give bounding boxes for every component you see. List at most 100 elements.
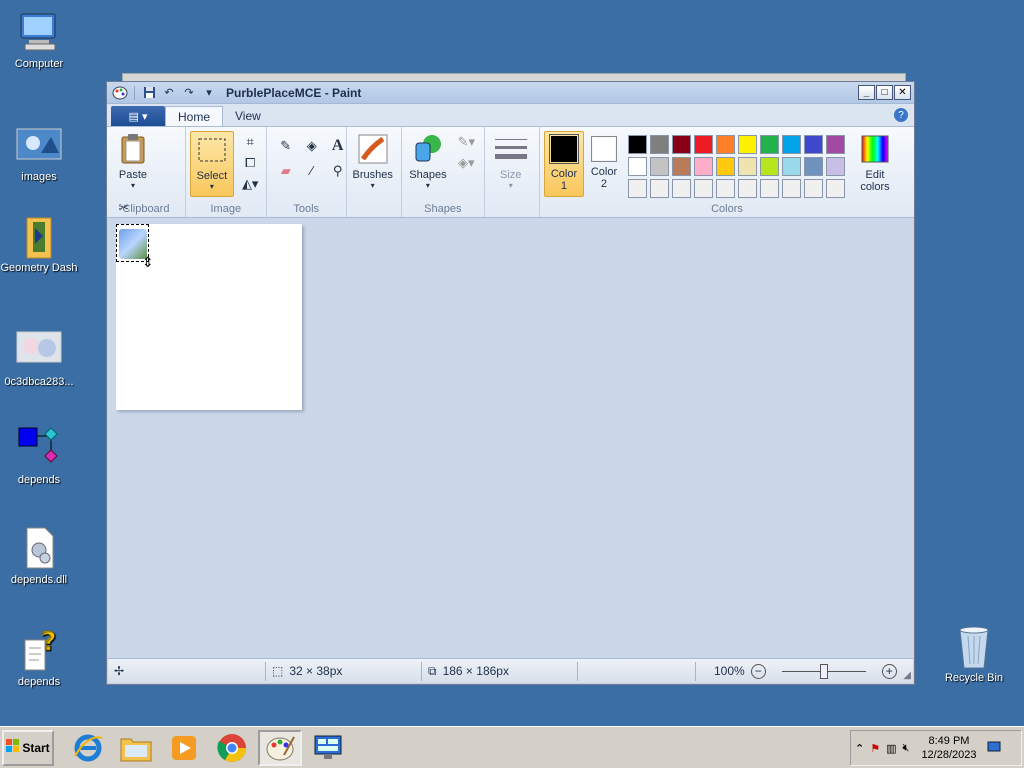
- palette-swatch[interactable]: [693, 135, 713, 154]
- title-bar[interactable]: ↶ ↷ ▾ PurblePlaceMCE - Paint _ □ ✕: [107, 82, 914, 104]
- desktop-icon-recycle-bin[interactable]: Recycle Bin: [935, 624, 1013, 685]
- palette-swatch[interactable]: [825, 157, 845, 176]
- palette-swatch[interactable]: [671, 179, 691, 198]
- color2-button[interactable]: Color 2: [584, 131, 624, 197]
- palette-swatch[interactable]: [693, 179, 713, 198]
- cursor-position: ✢: [108, 661, 266, 681]
- palette-swatch[interactable]: [715, 179, 735, 198]
- color-palette: [627, 135, 845, 198]
- image-file-icon: [15, 328, 63, 372]
- image-group: Select ▾ ⌗ ⧠ ◭▾ Image: [186, 127, 267, 217]
- palette-swatch[interactable]: [825, 135, 845, 154]
- size-button[interactable]: Size ▾: [489, 131, 533, 197]
- desktop-icon-depends-help[interactable]: ? depends: [0, 627, 78, 689]
- maximize-button[interactable]: □: [876, 85, 893, 100]
- palette-swatch[interactable]: [803, 179, 823, 198]
- internet-explorer-icon[interactable]: [66, 730, 110, 766]
- palette-swatch[interactable]: [693, 157, 713, 176]
- zoom-in-button[interactable]: +: [881, 663, 897, 679]
- palette-swatch[interactable]: [715, 135, 735, 154]
- palette-swatch[interactable]: [627, 157, 647, 176]
- palette-swatch[interactable]: [627, 135, 647, 154]
- media-player-icon[interactable]: [162, 730, 206, 766]
- palette-swatch[interactable]: [825, 179, 845, 198]
- rotate-icon[interactable]: ◭▾: [239, 173, 261, 194]
- palette-swatch[interactable]: [671, 135, 691, 154]
- palette-swatch[interactable]: [759, 179, 779, 198]
- palette-swatch[interactable]: [759, 135, 779, 154]
- close-button[interactable]: ✕: [894, 85, 911, 100]
- zoom-slider[interactable]: [781, 663, 866, 679]
- system-tray: ⌃ ⚑ ▥ 🔇︎ 8:49 PM 12/28/2023: [850, 730, 1022, 766]
- svg-text:?: ?: [41, 628, 56, 657]
- redo-icon[interactable]: ↷: [180, 85, 198, 101]
- palette-swatch[interactable]: [671, 157, 691, 176]
- shapes-button[interactable]: Shapes ▾: [406, 131, 450, 197]
- desktop-icon-depends-dll[interactable]: depends.dll: [0, 526, 78, 587]
- start-button[interactable]: Start: [2, 729, 54, 766]
- palette-swatch[interactable]: [649, 157, 669, 176]
- palette-swatch[interactable]: [737, 179, 757, 198]
- color-picker-icon[interactable]: ⁄: [301, 160, 323, 181]
- show-hidden-icons-button[interactable]: ⌃: [855, 742, 864, 755]
- crop-icon[interactable]: ⌗: [239, 131, 261, 152]
- zoom-slider-thumb[interactable]: [819, 663, 828, 679]
- palette-swatch[interactable]: [649, 135, 669, 154]
- select-button[interactable]: Select ▾: [189, 131, 234, 197]
- palette-swatch[interactable]: [781, 135, 801, 154]
- zoom-level: 100%: [714, 664, 745, 678]
- palette-swatch[interactable]: [737, 135, 757, 154]
- paint-app-icon[interactable]: [111, 85, 129, 101]
- save-icon[interactable]: [140, 85, 158, 101]
- text-tool-icon[interactable]: A: [327, 135, 349, 156]
- action-center-flag-icon[interactable]: ⚑: [870, 742, 880, 755]
- remote-desktop-icon[interactable]: [306, 730, 350, 766]
- palette-swatch[interactable]: [737, 157, 757, 176]
- paint-menu-button[interactable]: ▤ ▾: [111, 106, 165, 126]
- palette-swatch[interactable]: [715, 157, 735, 176]
- status-bar: ✢ ⬚ 32 × 38px ⧉ 186 × 186px 100% − + ◢: [108, 658, 913, 683]
- palette-swatch[interactable]: [781, 179, 801, 198]
- magnifier-icon[interactable]: ⚲: [327, 160, 349, 181]
- color1-button[interactable]: Color 1: [543, 131, 584, 197]
- clock[interactable]: 8:49 PM 12/28/2023: [921, 734, 976, 762]
- palette-swatch[interactable]: [781, 157, 801, 176]
- paint-icon[interactable]: [258, 729, 302, 766]
- palette-swatch[interactable]: [759, 157, 779, 176]
- desktop-icon-geometry-dash[interactable]: Geometry Dash: [0, 214, 78, 275]
- folder-icon: [15, 214, 63, 259]
- palette-swatch[interactable]: [649, 179, 669, 198]
- pencil-icon[interactable]: ✎: [275, 135, 297, 156]
- canvas-workspace[interactable]: ⇕: [108, 218, 913, 658]
- edit-colors-button[interactable]: Edit colors: [853, 131, 897, 197]
- zoom-out-button[interactable]: −: [750, 663, 766, 679]
- outline-icon[interactable]: ✎▾: [455, 131, 477, 152]
- clipboard-group: Paste ▾ ✂ ⧉ Clipboard: [107, 127, 186, 236]
- chrome-icon[interactable]: [210, 730, 254, 766]
- brushes-button[interactable]: Brushes ▾: [351, 131, 395, 197]
- fill-bucket-icon[interactable]: ◈: [301, 135, 323, 156]
- resize-icon[interactable]: ⧠: [239, 152, 261, 173]
- minimize-button[interactable]: _: [858, 85, 875, 100]
- undo-icon[interactable]: ↶: [160, 85, 178, 101]
- desktop-icon-depends[interactable]: depends: [0, 426, 78, 487]
- help-icon[interactable]: ?: [894, 108, 908, 122]
- show-desktop-icon[interactable]: [987, 741, 1001, 756]
- palette-swatch[interactable]: [803, 135, 823, 154]
- palette-swatch[interactable]: [627, 179, 647, 198]
- customize-toolbar-icon[interactable]: ▾: [200, 85, 218, 101]
- paste-button[interactable]: Paste ▾: [111, 131, 155, 197]
- desktop-icon-computer[interactable]: Computer: [0, 10, 78, 71]
- eraser-icon[interactable]: ▰: [275, 160, 297, 181]
- tab-home[interactable]: Home: [165, 106, 224, 126]
- network-icon[interactable]: ▥: [886, 742, 896, 755]
- tab-view[interactable]: View: [223, 106, 273, 126]
- palette-swatch[interactable]: [803, 157, 823, 176]
- drawing-canvas[interactable]: ⇕: [116, 224, 302, 410]
- desktop-icon-image-file[interactable]: 0c3dbca283...: [0, 328, 78, 389]
- explorer-folder-icon[interactable]: [114, 730, 158, 766]
- shape-fill-icon[interactable]: ◈▾: [455, 152, 477, 173]
- desktop-icon-images[interactable]: images: [0, 123, 78, 184]
- volume-muted-icon[interactable]: 🔇︎: [903, 742, 910, 755]
- resize-grip-icon[interactable]: ◢: [903, 670, 911, 681]
